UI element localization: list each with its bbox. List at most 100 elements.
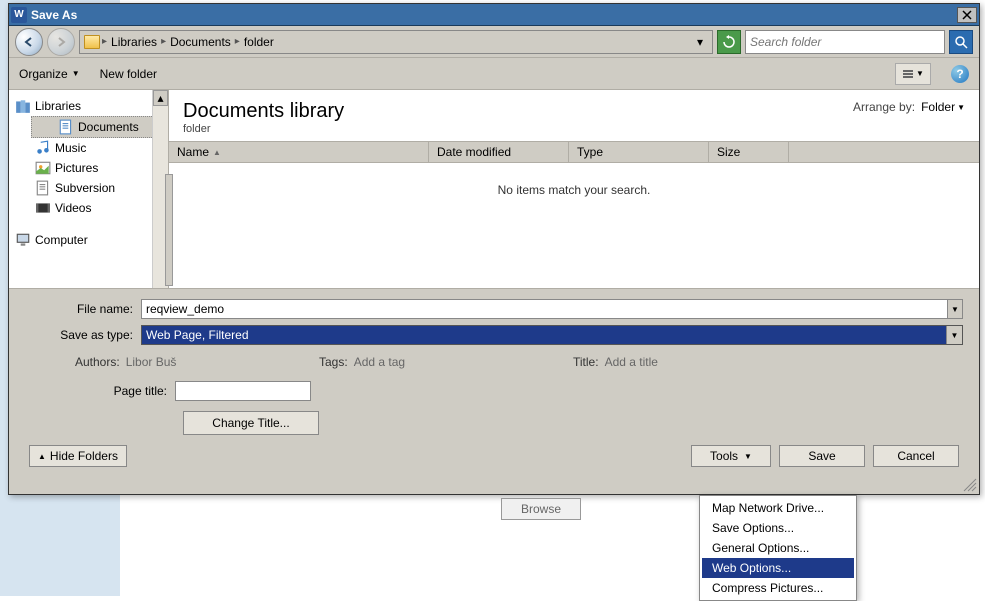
tree-computer[interactable]: Computer [9, 230, 168, 250]
library-subtitle: folder [183, 123, 344, 135]
chevron-down-icon: ▼ [946, 326, 962, 344]
chevron-right-icon: ▸ [161, 36, 166, 47]
close-button[interactable] [957, 7, 977, 23]
arrange-by-dropdown[interactable]: Folder ▼ [921, 100, 965, 114]
help-button[interactable]: ? [951, 65, 969, 83]
save-as-dialog: W Save As ▸ Libraries ▸ Documents ▸ fold… [8, 3, 980, 495]
arrow-left-icon [23, 36, 35, 48]
tools-button[interactable]: Tools▼ [691, 445, 771, 467]
chevron-down-icon: ▼ [72, 69, 80, 78]
breadcrumb-dropdown[interactable]: ▾ [692, 30, 708, 54]
crumb-documents[interactable]: Documents [168, 35, 233, 49]
col-type[interactable]: Type [569, 142, 709, 162]
arrow-right-icon [55, 36, 67, 48]
col-extra[interactable] [789, 142, 979, 162]
crumb-folder[interactable]: folder [242, 35, 276, 49]
menu-map-network-drive[interactable]: Map Network Drive... [702, 498, 854, 518]
tags-label: Tags: [319, 355, 348, 369]
tree-documents[interactable]: Documents [31, 116, 166, 138]
library-title: Documents library [183, 100, 344, 123]
menu-save-options[interactable]: Save Options... [702, 518, 854, 538]
libraries-icon [15, 98, 31, 114]
bottom-panel: File name: ▼ Save as type: Web Page, Fil… [9, 288, 979, 475]
sort-asc-icon: ▲ [213, 148, 221, 157]
library-header: Documents library folder Arrange by: Fol… [169, 90, 979, 141]
new-folder-button[interactable]: New folder [100, 67, 157, 81]
filename-label: File name: [25, 302, 141, 316]
pagetitle-label: Page title: [25, 384, 175, 398]
nav-back-button[interactable] [15, 28, 43, 56]
savetype-combo[interactable]: Web Page, Filtered ▼ [141, 325, 963, 345]
title-label: Title: [573, 355, 599, 369]
menu-general-options[interactable]: General Options... [702, 538, 854, 558]
chevron-right-icon: ▸ [102, 36, 107, 47]
view-options-button[interactable]: ▼ [895, 63, 931, 85]
body-area: Libraries Documents Music Pictures Subve… [9, 90, 979, 288]
titlebar: W Save As [9, 4, 979, 26]
tree-libraries[interactable]: Libraries [9, 96, 168, 116]
subversion-icon [35, 180, 51, 196]
authors-value[interactable]: Libor Buš [126, 355, 177, 369]
action-row: ▲Hide Folders Tools▼ Save Cancel [25, 435, 963, 471]
authors-label: Authors: [75, 355, 120, 369]
refresh-icon [722, 35, 736, 49]
tree-videos[interactable]: Videos [9, 198, 168, 218]
tags-value[interactable]: Add a tag [354, 355, 405, 369]
col-size[interactable]: Size [709, 142, 789, 162]
column-headers: Name▲ Date modified Type Size [169, 141, 979, 163]
videos-icon [35, 200, 51, 216]
empty-message: No items match your search. [498, 183, 651, 197]
menu-web-options[interactable]: Web Options... [702, 558, 854, 578]
computer-icon [15, 232, 31, 248]
hide-folders-button[interactable]: ▲Hide Folders [29, 445, 127, 467]
resize-grip-icon [963, 478, 977, 492]
splitter-handle[interactable] [165, 174, 173, 286]
nav-forward-button[interactable] [47, 28, 75, 56]
savetype-label: Save as type: [25, 328, 141, 342]
resize-grip[interactable] [963, 478, 977, 492]
document-icon [58, 119, 74, 135]
filename-input[interactable] [141, 299, 963, 319]
tree-subversion[interactable]: Subversion [9, 178, 168, 198]
refresh-button[interactable] [717, 30, 741, 54]
chevron-down-icon: ▼ [916, 69, 924, 78]
toolbar: Organize ▼ New folder ▼ ? [9, 58, 979, 90]
organize-menu[interactable]: Organize ▼ [19, 67, 80, 81]
title-value[interactable]: Add a title [605, 355, 658, 369]
music-icon [35, 140, 51, 156]
nav-bar: ▸ Libraries ▸ Documents ▸ folder ▾ [9, 26, 979, 58]
scrollbar-up-icon[interactable]: ▴ [153, 90, 168, 106]
chevron-down-icon: ▼ [957, 103, 965, 112]
tree-pictures[interactable]: Pictures [9, 158, 168, 178]
chevron-up-icon: ▲ [38, 452, 46, 461]
change-title-button[interactable]: Change Title... [183, 411, 319, 435]
close-icon [962, 10, 972, 20]
main-area: Documents library folder Arrange by: Fol… [169, 90, 979, 288]
breadcrumb[interactable]: ▸ Libraries ▸ Documents ▸ folder ▾ [79, 30, 713, 54]
nav-sidebar: Libraries Documents Music Pictures Subve… [9, 90, 169, 288]
search-input[interactable] [750, 35, 940, 49]
search-go-button[interactable] [949, 30, 973, 54]
tree-music[interactable]: Music [9, 138, 168, 158]
tools-menu: Map Network Drive... Save Options... Gen… [699, 495, 857, 601]
chevron-down-icon: ▼ [744, 452, 752, 461]
word-app-icon: W [11, 7, 27, 23]
col-name[interactable]: Name▲ [169, 142, 429, 162]
save-button[interactable]: Save [779, 445, 865, 467]
file-list: No items match your search. [169, 163, 979, 288]
metadata-row: Authors: Libor Buš Tags: Add a tag Title: A… [25, 351, 963, 379]
search-icon [954, 35, 968, 49]
col-date[interactable]: Date modified [429, 142, 569, 162]
background-browse-button: Browse [501, 498, 581, 520]
pictures-icon [35, 160, 51, 176]
filename-dropdown[interactable]: ▼ [947, 299, 963, 319]
cancel-button[interactable]: Cancel [873, 445, 959, 467]
search-box[interactable] [745, 30, 945, 54]
view-icon [902, 68, 914, 80]
menu-compress-pictures[interactable]: Compress Pictures... [702, 578, 854, 598]
crumb-libraries[interactable]: Libraries [109, 35, 159, 49]
chevron-right-icon: ▸ [235, 36, 240, 47]
pagetitle-input[interactable] [175, 381, 311, 401]
arrange-by: Arrange by: Folder ▼ [853, 100, 965, 114]
window-title: Save As [31, 8, 957, 22]
